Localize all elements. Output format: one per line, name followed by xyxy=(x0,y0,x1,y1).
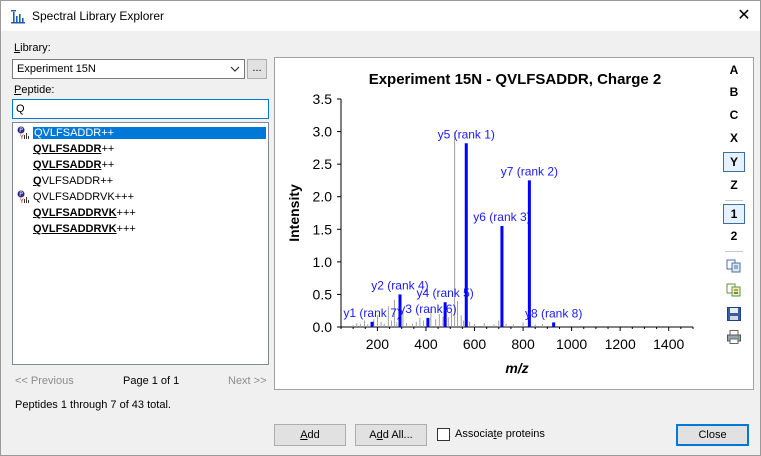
x-tick-label: 400 xyxy=(414,336,438,352)
library-combobox[interactable]: Experiment 15N xyxy=(12,59,245,79)
ion-type-c-button[interactable]: C xyxy=(723,106,745,126)
peak-label: y6 (rank 3) xyxy=(473,210,530,224)
svg-text:Y: Y xyxy=(19,134,24,140)
window-title: Spectral Library Explorer xyxy=(32,9,165,23)
peptide-list-item-3[interactable]: QVLFSADDR++ xyxy=(15,157,266,173)
peptide-modified-icon: P Y xyxy=(17,190,29,204)
peptide-search-input[interactable] xyxy=(12,99,269,119)
close-window-icon[interactable]: ✕ xyxy=(733,6,755,26)
y-tick-label: 2.0 xyxy=(313,189,333,205)
peptide-charge: +++ xyxy=(116,207,136,219)
x-tick-label: 1400 xyxy=(653,336,684,352)
copy-icon[interactable] xyxy=(726,258,742,274)
peptide-sequence: QVLFSADDR xyxy=(34,127,102,139)
peptide-sequence-match: QVLFSADDR xyxy=(33,143,102,155)
toolbar-separator xyxy=(725,200,743,201)
y-tick-label: 0.5 xyxy=(313,286,333,302)
library-selected-value: Experiment 15N xyxy=(17,63,96,75)
peptide-sequence-match: Q xyxy=(33,175,42,187)
peak-label: y5 (rank 1) xyxy=(438,127,495,141)
x-axis-label: m/z xyxy=(505,360,528,376)
spectral-library-explorer-window: Spectral Library Explorer ✕ Library: Exp… xyxy=(0,0,761,456)
peptide-list-item-7[interactable]: QVLFSADDRVK+++ xyxy=(15,221,266,237)
save-icon[interactable] xyxy=(726,306,742,322)
x-tick-label: 200 xyxy=(366,336,390,352)
y-tick-label: 0.0 xyxy=(313,319,333,335)
ion-type-x-button[interactable]: X xyxy=(723,129,745,149)
x-tick-label: 800 xyxy=(511,336,535,352)
ion-type-z-button[interactable]: Z xyxy=(723,176,745,196)
x-tick-label: 1000 xyxy=(556,336,587,352)
chart-title: Experiment 15N - QVLFSADDR, Charge 2 xyxy=(369,71,662,88)
peptide-list-item-4[interactable]: QVLFSADDR++ xyxy=(15,173,266,189)
y-tick-label: 3.0 xyxy=(313,124,333,140)
charge-2-button[interactable]: 2 xyxy=(723,227,745,247)
peak-label: y7 (rank 2) xyxy=(501,164,558,178)
y-tick-label: 1.0 xyxy=(313,254,333,270)
spectrum-app-icon xyxy=(11,10,25,24)
copy-data-icon[interactable] xyxy=(726,282,742,298)
library-browse-button[interactable]: ... xyxy=(247,59,267,79)
print-icon[interactable] xyxy=(726,329,742,345)
spectrum-graph-panel[interactable]: Experiment 15N - QVLFSADDR, Charge 2 0.0 0… xyxy=(274,57,754,390)
peptide-sequence: QVLFSADDRVK xyxy=(33,191,115,203)
charge-1-button[interactable]: 1 xyxy=(723,204,745,224)
peptide-label: Peptide: xyxy=(14,84,55,96)
peptide-list-item-5[interactable]: P Y QVLFSADDRVK+++ xyxy=(15,189,266,205)
y-tick-label: 2.5 xyxy=(313,156,333,172)
library-label: Library: xyxy=(14,42,51,54)
associate-proteins-checkbox[interactable] xyxy=(437,428,450,441)
previous-page-link[interactable]: << Previous xyxy=(15,375,74,387)
ion-type-a-button[interactable]: A xyxy=(723,61,745,81)
peptide-sequence-rest: VLFSADDR xyxy=(41,175,101,187)
peptide-charge: ++ xyxy=(100,175,114,187)
y-axis-label: Intensity xyxy=(286,184,302,242)
ion-type-b-button[interactable]: B xyxy=(723,83,745,103)
next-page-link[interactable]: Next >> xyxy=(228,375,267,387)
peptide-sequence-match: QVLFSADDRVK xyxy=(33,207,117,219)
close-button[interactable]: Close xyxy=(676,424,749,446)
peptide-charge: +++ xyxy=(116,223,136,235)
peptide-charge: ++ xyxy=(101,143,115,155)
peptide-list-item-1[interactable]: P Y QVLFSADDR++ xyxy=(15,125,266,141)
peptide-list-item-2[interactable]: QVLFSADDR++ xyxy=(15,141,266,157)
peptide-sequence-match: QVLFSADDR xyxy=(33,159,102,171)
title-bar: Spectral Library Explorer ✕ xyxy=(1,1,760,31)
peptide-modified-icon: P Y xyxy=(17,126,29,140)
peptide-count-status: Peptides 1 through 7 of 43 total. xyxy=(15,399,171,411)
add-all-button[interactable]: Add All... xyxy=(355,424,427,446)
associate-proteins-label[interactable]: Associate proteins xyxy=(455,428,545,440)
toolbar-separator xyxy=(725,251,743,252)
peptide-sequence-match: QVLFSADDRVK xyxy=(33,223,117,235)
svg-text:Y: Y xyxy=(19,198,24,204)
peptide-charge: ++ xyxy=(101,159,115,171)
x-tick-label: 1200 xyxy=(605,336,636,352)
y-tick-label: 1.5 xyxy=(313,221,333,237)
page-indicator: Page 1 of 1 xyxy=(123,375,180,387)
y-tick-label: 3.5 xyxy=(313,91,333,107)
peak-label: y1 (rank 7) xyxy=(343,306,400,320)
chevron-down-icon[interactable] xyxy=(229,63,241,75)
spectrum-chart[interactable]: Experiment 15N - QVLFSADDR, Charge 2 0.0 0… xyxy=(275,58,723,389)
ion-type-y-button[interactable]: Y xyxy=(723,152,745,172)
peptide-charge: +++ xyxy=(114,191,134,203)
add-button[interactable]: Add xyxy=(274,424,346,446)
peptide-charge: ++ xyxy=(101,127,115,139)
peptide-listbox[interactable]: P Y QVLFSADDR++ QVLFSADDR++ QVLFSADDR++ … xyxy=(12,122,269,365)
x-tick-label: 600 xyxy=(463,336,487,352)
peptide-list-item-6[interactable]: QVLFSADDRVK+++ xyxy=(15,205,266,221)
peak-label: y8 (rank 8) xyxy=(525,306,582,320)
peak-label: y3 (rank 6) xyxy=(399,302,456,316)
